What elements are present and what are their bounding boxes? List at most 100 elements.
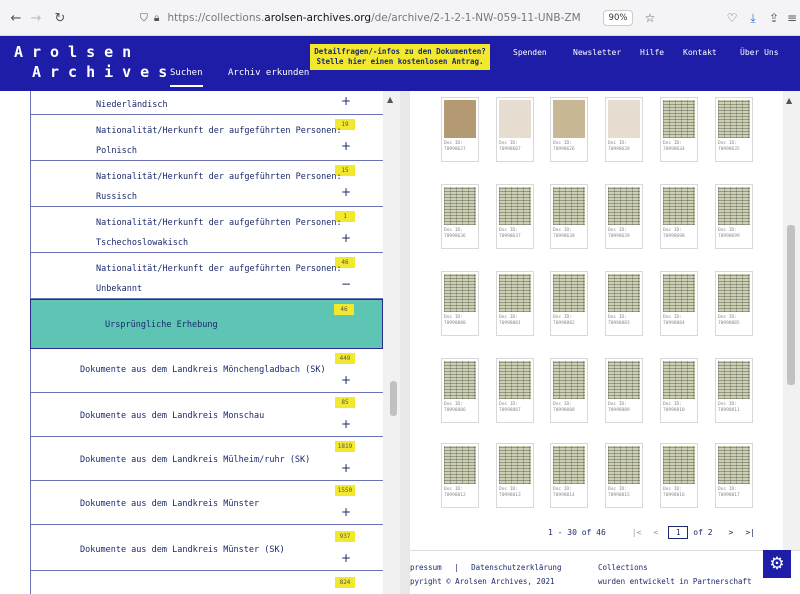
- expand-icon[interactable]: +: [341, 231, 351, 245]
- count-badge: 1550: [335, 485, 355, 496]
- doc-id-caption: Doc ID: 70998815: [608, 487, 630, 499]
- tree-row[interactable]: 1 Nationalität/Herkunft der aufgeführten…: [30, 207, 383, 253]
- tree-scrollbar-thumb[interactable]: [390, 381, 397, 416]
- document-thumbnail[interactable]: Doc ID: 70998888: [550, 358, 588, 423]
- first-page-button[interactable]: |<: [632, 528, 642, 537]
- document-thumbnail[interactable]: Doc ID: 70998887: [496, 358, 534, 423]
- address-bar[interactable]: ⛉ 🔒︎ https://collections.arolsen-archive…: [140, 7, 680, 29]
- expand-icon[interactable]: +: [341, 461, 351, 475]
- doc-id-value: 70998887: [499, 408, 521, 413]
- privacy-link[interactable]: Datenschutzerklärung: [471, 563, 561, 572]
- tree-scrollbar[interactable]: [383, 91, 400, 594]
- doc-id-caption: Doc ID: 70998883: [608, 315, 630, 327]
- document-thumbnail[interactable]: Doc ID: 70998812: [441, 443, 479, 508]
- tree-row[interactable]: 824: [30, 571, 383, 594]
- lock-icon: 🔒︎: [153, 11, 160, 24]
- expand-icon[interactable]: +: [341, 551, 351, 565]
- tree-row-label: Dokumente aus dem Landkreis Münster: [80, 499, 260, 509]
- next-page-button[interactable]: >: [729, 528, 734, 537]
- document-thumbnail[interactable]: Doc ID: 70998639: [605, 184, 643, 249]
- tree-row[interactable]: Niederländisch +: [30, 91, 383, 115]
- tree-row[interactable]: 85 Dokumente aus dem Landkreis Monschau …: [30, 393, 383, 437]
- tab-search[interactable]: Suchen: [170, 68, 203, 87]
- document-thumbnail[interactable]: Doc ID: 70998634: [660, 97, 698, 162]
- document-scan-image: [718, 361, 750, 399]
- extensions-icon[interactable]: ⇪: [764, 8, 784, 28]
- document-thumbnail[interactable]: Doc ID: 70998814: [550, 443, 588, 508]
- bookmark-star-icon[interactable]: ☆: [640, 8, 660, 28]
- count-badge: 46: [334, 304, 354, 315]
- document-thumbnail[interactable]: Doc ID: 70998816: [660, 443, 698, 508]
- document-thumbnail[interactable]: Doc ID: 70998882: [550, 271, 588, 336]
- document-thumbnail[interactable]: Doc ID: 70998626: [550, 97, 588, 162]
- scroll-up-icon[interactable]: ▲: [387, 95, 393, 104]
- document-scan-image: [499, 187, 531, 225]
- tree-row[interactable]: 1819 Dokumente aus dem Landkreis Mülheim…: [30, 437, 383, 481]
- tree-row[interactable]: 19 Nationalität/Herkunft der aufgeführte…: [30, 115, 383, 161]
- tab-explore-archive[interactable]: Archiv erkunden: [228, 68, 309, 78]
- tree-row[interactable]: 1550 Dokumente aus dem Landkreis Münster…: [30, 481, 383, 525]
- document-thumbnail[interactable]: Doc ID: 70998698: [660, 184, 698, 249]
- doc-id-caption: Doc ID: 70998699: [718, 228, 740, 240]
- reload-icon[interactable]: ↻: [50, 8, 70, 28]
- gallery-scrollbar-thumb[interactable]: [787, 225, 795, 385]
- expand-icon[interactable]: +: [341, 373, 351, 387]
- expand-icon[interactable]: +: [341, 505, 351, 519]
- nav-link-donate[interactable]: Spenden: [513, 48, 547, 57]
- site-header: Arolsen Archives Suchen Archiv erkunden …: [0, 36, 800, 91]
- document-thumbnail[interactable]: Doc ID: 70998607: [496, 97, 534, 162]
- count-badge: 937: [335, 531, 355, 542]
- expand-icon[interactable]: +: [341, 185, 351, 199]
- document-thumbnail[interactable]: Doc ID: 70998627: [441, 97, 479, 162]
- document-thumbnail[interactable]: Doc ID: 70998811: [715, 358, 753, 423]
- back-icon[interactable]: ←: [6, 8, 26, 28]
- collapse-icon[interactable]: −: [341, 277, 351, 291]
- download-icon[interactable]: ⤓: [743, 8, 763, 28]
- document-thumbnail[interactable]: Doc ID: 70998637: [496, 184, 534, 249]
- document-thumbnail[interactable]: Doc ID: 70998636: [441, 184, 479, 249]
- expand-icon[interactable]: +: [341, 94, 351, 108]
- menu-icon[interactable]: ≡: [784, 8, 800, 28]
- tree-row[interactable]: 449 Dokumente aus dem Landkreis Möncheng…: [30, 349, 383, 393]
- doc-id-value: 70998885: [718, 321, 740, 326]
- tree-row[interactable]: 937 Dokumente aus dem Landkreis Münster …: [30, 525, 383, 571]
- document-thumbnail[interactable]: Doc ID: 70998886: [441, 358, 479, 423]
- document-thumbnail[interactable]: Doc ID: 70998815: [605, 443, 643, 508]
- logo-line-2[interactable]: Archives: [32, 63, 176, 81]
- document-thumbnail[interactable]: Doc ID: 70998638: [550, 184, 588, 249]
- panel-divider[interactable]: [400, 91, 410, 594]
- document-thumbnail[interactable]: Doc ID: 70998884: [660, 271, 698, 336]
- page-number-input[interactable]: 1: [668, 525, 689, 539]
- document-thumbnail[interactable]: Doc ID: 70998881: [496, 271, 534, 336]
- document-thumbnail[interactable]: Doc ID: 70998889: [605, 358, 643, 423]
- document-thumbnail[interactable]: Doc ID: 70998628: [605, 97, 643, 162]
- doc-id-caption: Doc ID: 70998811: [718, 402, 740, 414]
- nav-link-contact[interactable]: Kontakt: [683, 48, 717, 57]
- nav-link-newsletter[interactable]: Newsletter: [573, 48, 621, 57]
- nav-link-about[interactable]: Über Uns: [740, 48, 779, 57]
- logo-line-1[interactable]: Arolsen: [14, 43, 140, 61]
- request-notice-button[interactable]: Detailfragen/-infos zu den Dokumenten? S…: [310, 44, 490, 70]
- nav-link-help[interactable]: Hilfe: [640, 48, 664, 57]
- zoom-level[interactable]: 90%: [603, 10, 633, 26]
- document-thumbnail[interactable]: Doc ID: 70998883: [605, 271, 643, 336]
- expand-icon[interactable]: +: [341, 139, 351, 153]
- document-thumbnail[interactable]: Doc ID: 70998880: [441, 271, 479, 336]
- document-thumbnail[interactable]: Doc ID: 70998810: [660, 358, 698, 423]
- document-thumbnail[interactable]: Doc ID: 70998699: [715, 184, 753, 249]
- scroll-up-icon[interactable]: ▲: [786, 96, 792, 105]
- forward-icon[interactable]: →: [26, 8, 46, 28]
- pocket-icon[interactable]: ♡: [722, 8, 742, 28]
- tree-row[interactable]: 46 Nationalität/Herkunft der aufgeführte…: [30, 253, 383, 299]
- impressum-link[interactable]: pressum: [410, 563, 442, 572]
- document-thumbnail[interactable]: Doc ID: 70998635: [715, 97, 753, 162]
- expand-icon[interactable]: +: [341, 417, 351, 431]
- document-thumbnail[interactable]: Doc ID: 70998817: [715, 443, 753, 508]
- settings-gear-icon[interactable]: ⚙: [763, 550, 791, 578]
- tree-row-selected[interactable]: 46 Ursprüngliche Erhebung: [30, 299, 383, 349]
- prev-page-button[interactable]: <: [653, 528, 658, 537]
- document-thumbnail[interactable]: Doc ID: 70998885: [715, 271, 753, 336]
- last-page-button[interactable]: >|: [745, 528, 755, 537]
- tree-row[interactable]: 15 Nationalität/Herkunft der aufgeführte…: [30, 161, 383, 207]
- document-thumbnail[interactable]: Doc ID: 70998813: [496, 443, 534, 508]
